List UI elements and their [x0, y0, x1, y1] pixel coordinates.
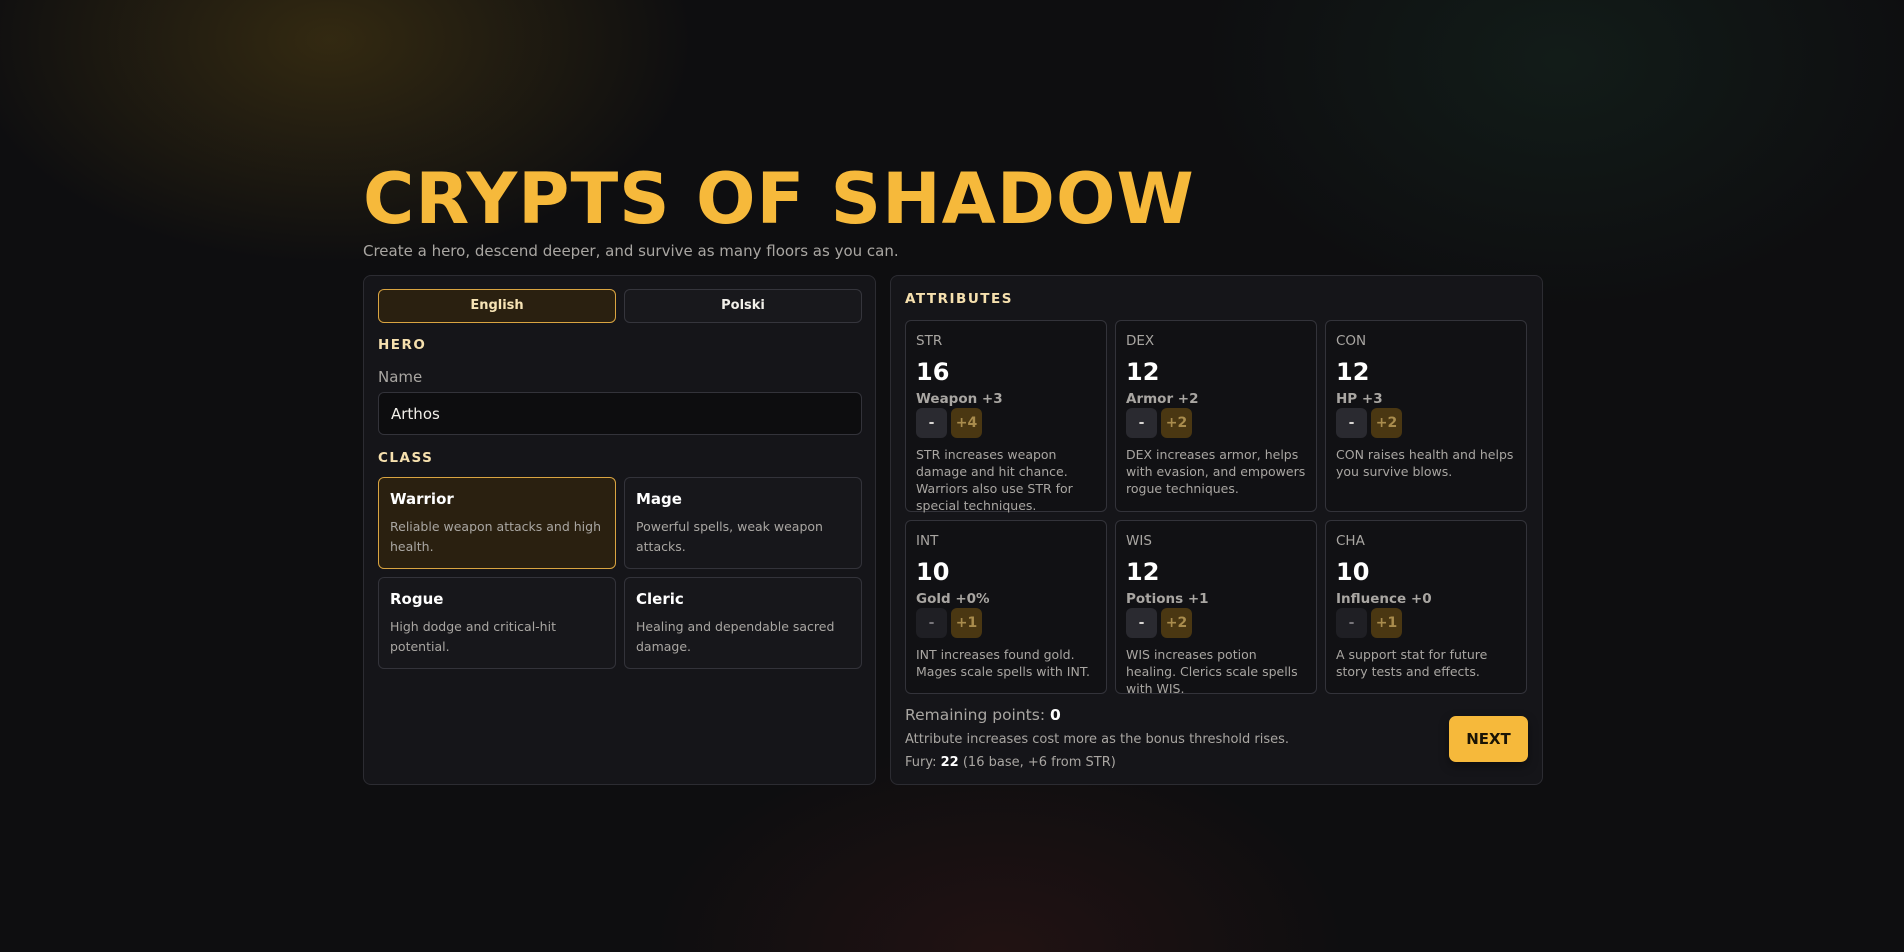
attributes-panel: ATTRIBUTES STR 16 Weapon +3 - +4 STR incr…: [890, 275, 1543, 785]
language-switcher: English Polski: [378, 289, 862, 323]
fury-value: 22: [940, 755, 959, 770]
attribute-bonus: Influence +0: [1336, 591, 1432, 607]
attribute-value: 12: [1126, 358, 1160, 386]
next-button[interactable]: NEXT: [1449, 716, 1528, 762]
class-name: Cleric: [636, 590, 684, 608]
class-card-rogue[interactable]: Rogue High dodge and critical-hit potent…: [378, 577, 616, 669]
attribute-card-wis: WIS 12 Potions +1 - +2 WIS increases poti…: [1115, 520, 1317, 696]
attribute-value: 16: [916, 358, 950, 386]
name-label: Name: [378, 368, 423, 386]
increase-str-button[interactable]: +4: [951, 408, 982, 438]
class-description: Reliable weapon attacks and high health.: [390, 519, 602, 554]
fury-readout: Fury: 22 (16 base, +6 from STR): [905, 755, 1116, 770]
attribute-controls: - +2: [1336, 408, 1516, 438]
class-card-cleric[interactable]: Cleric Healing and dependable sacred dam…: [624, 577, 862, 669]
remaining-points: Remaining points: 0: [905, 706, 1061, 724]
attribute-description: CON raises health and helps you survive …: [1336, 447, 1514, 479]
class-section-label: CLASS: [378, 450, 434, 466]
attribute-controls: - +2: [1126, 608, 1306, 638]
decrease-dex-button[interactable]: -: [1126, 408, 1157, 438]
attribute-code: WIS: [1126, 533, 1152, 549]
attribute-bonus: Armor +2: [1126, 391, 1199, 407]
attribute-description: A support stat for future story tests an…: [1336, 647, 1488, 679]
increase-cha-button[interactable]: +1: [1371, 608, 1402, 638]
remaining-points-label: Remaining points:: [905, 706, 1046, 724]
attribute-bonus: Potions +1: [1126, 591, 1209, 607]
decrease-str-button[interactable]: -: [916, 408, 947, 438]
attribute-value: 12: [1126, 558, 1160, 586]
attribute-description: INT increases found gold. Mages scale sp…: [916, 647, 1090, 679]
class-name: Rogue: [390, 590, 444, 608]
hero-panel: English Polski HERO Name CLASS Warrior R…: [363, 275, 876, 785]
panels: English Polski HERO Name CLASS Warrior R…: [363, 275, 1543, 787]
attribute-card-con: CON 12 HP +3 - +2 CON raises health and h…: [1325, 320, 1527, 512]
increase-wis-button[interactable]: +2: [1161, 608, 1192, 638]
class-card-warrior[interactable]: Warrior Reliable weapon attacks and high…: [378, 477, 616, 569]
decrease-int-button[interactable]: -: [916, 608, 947, 638]
fury-label: Fury:: [905, 755, 937, 770]
class-description: Healing and dependable sacred damage.: [636, 619, 835, 654]
attribute-bonus: Gold +0%: [916, 591, 990, 607]
decrease-con-button[interactable]: -: [1336, 408, 1367, 438]
class-card-mage[interactable]: Mage Powerful spells, weak weapon attack…: [624, 477, 862, 569]
hero-name-input[interactable]: [378, 392, 862, 435]
cost-rule-note: Attribute increases cost more as the bon…: [905, 732, 1290, 747]
attribute-value: 10: [1336, 558, 1370, 586]
fury-detail: (16 base, +6 from STR): [962, 755, 1116, 770]
attribute-code: CON: [1336, 333, 1367, 349]
attribute-controls: - +1: [1336, 608, 1516, 638]
attribute-code: CHA: [1336, 533, 1365, 549]
language-english-button[interactable]: English: [378, 289, 616, 323]
game-title: CRYPTS OF SHADOW: [363, 158, 1195, 240]
hero-section-label: HERO: [378, 337, 427, 353]
class-name: Mage: [636, 490, 682, 508]
attribute-card-cha: CHA 10 Influence +0 - +1 A support stat f…: [1325, 520, 1527, 694]
class-description: High dodge and critical-hit potential.: [390, 619, 556, 654]
attribute-code: STR: [916, 333, 943, 349]
attribute-controls: - +1: [916, 608, 1096, 638]
attributes-section-label: ATTRIBUTES: [905, 291, 1013, 307]
increase-int-button[interactable]: +1: [951, 608, 982, 638]
character-creation-screen: CRYPTS OF SHADOW Create a hero, descend …: [363, 158, 1543, 785]
language-polski-button[interactable]: Polski: [624, 289, 862, 323]
attribute-value: 12: [1336, 358, 1370, 386]
class-name: Warrior: [390, 490, 454, 508]
remaining-points-value: 0: [1050, 706, 1061, 724]
attribute-description: DEX increases armor, helps with evasion,…: [1126, 447, 1306, 496]
attribute-description: WIS increases potion healing. Clerics sc…: [1126, 647, 1298, 696]
decrease-wis-button[interactable]: -: [1126, 608, 1157, 638]
game-subtitle: Create a hero, descend deeper, and survi…: [363, 242, 899, 260]
attribute-bonus: HP +3: [1336, 391, 1383, 407]
attribute-description: STR increases weapon damage and hit chan…: [916, 447, 1073, 513]
decrease-cha-button[interactable]: -: [1336, 608, 1367, 638]
attribute-card-dex: DEX 12 Armor +2 - +2 DEX increases armor,…: [1115, 320, 1317, 512]
attribute-card-int: INT 10 Gold +0% - +1 INT increases found …: [905, 520, 1107, 694]
attribute-bonus: Weapon +3: [916, 391, 1003, 407]
attribute-controls: - +4: [916, 408, 1096, 438]
increase-dex-button[interactable]: +2: [1161, 408, 1192, 438]
attribute-code: INT: [916, 533, 939, 549]
class-description: Powerful spells, weak weapon attacks.: [636, 519, 823, 554]
attribute-value: 10: [916, 558, 950, 586]
attribute-code: DEX: [1126, 333, 1155, 349]
attribute-card-str: STR 16 Weapon +3 - +4 STR increases weapo…: [905, 320, 1107, 513]
attribute-controls: - +2: [1126, 408, 1306, 438]
increase-con-button[interactable]: +2: [1371, 408, 1402, 438]
